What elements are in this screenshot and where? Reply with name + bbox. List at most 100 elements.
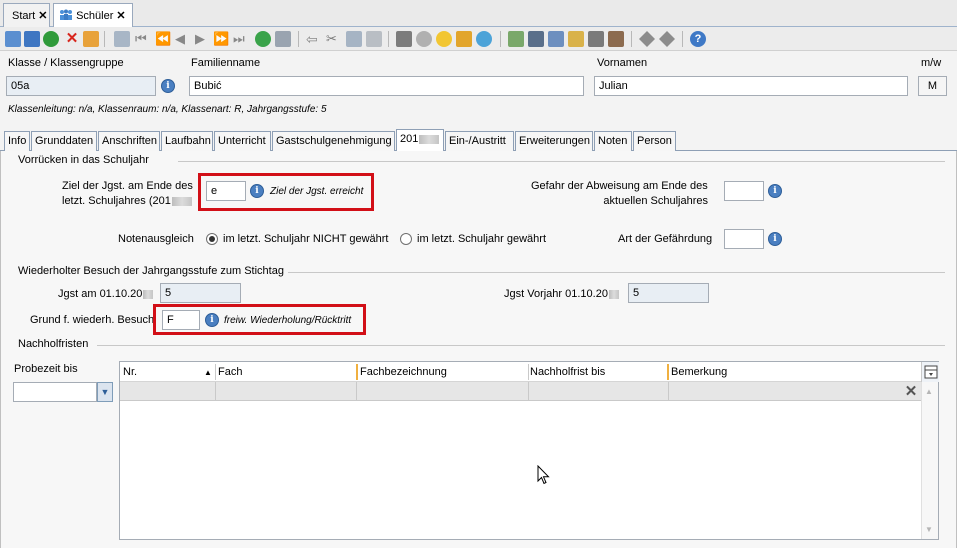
tab-grunddaten[interactable]: Grunddaten bbox=[31, 131, 97, 151]
mw-label: m/w bbox=[921, 57, 942, 69]
user-icon[interactable] bbox=[528, 31, 544, 47]
vornamen-label: Vornamen bbox=[597, 57, 648, 69]
tab-person[interactable]: Person bbox=[633, 131, 676, 151]
doc-tab-start-label: Start bbox=[12, 10, 36, 22]
column-chooser-button[interactable] bbox=[921, 362, 939, 382]
next-page-icon[interactable]: ⏩ bbox=[213, 31, 229, 47]
students-icon bbox=[60, 9, 72, 20]
chevron-down-icon: ▼ bbox=[100, 387, 110, 397]
toolbar: ✕ ⏮ ⏪ ◀ ▶ ⏩ ⏭ ⇦ ✂ ? bbox=[0, 27, 957, 51]
redacted-mark bbox=[608, 289, 619, 299]
redacted-mark bbox=[143, 289, 154, 299]
group-icon[interactable] bbox=[508, 31, 524, 47]
list-icon[interactable] bbox=[275, 31, 291, 47]
tab-noten[interactable]: Noten bbox=[594, 131, 632, 151]
jgst-vorjahr-label-text: Jgst Vorjahr 01.10.20 bbox=[504, 288, 608, 300]
prev-page-icon[interactable]: ⏪ bbox=[155, 31, 171, 47]
probezeit-label: Probezeit bis bbox=[14, 363, 78, 375]
info-icon[interactable]: i bbox=[161, 79, 175, 93]
grund-field[interactable]: F bbox=[162, 310, 200, 330]
col-header-nr[interactable]: Nr. bbox=[123, 366, 137, 378]
gefahr-field[interactable] bbox=[724, 181, 764, 201]
forward-icon[interactable] bbox=[659, 31, 675, 47]
close-icon[interactable]: ✕ bbox=[38, 10, 47, 22]
col-header-bemerkung[interactable]: Bemerkung bbox=[671, 366, 727, 378]
lightbulb-icon[interactable] bbox=[436, 31, 452, 47]
tab-unterricht[interactable]: Unterricht bbox=[214, 131, 271, 151]
radio-gewaehrt[interactable] bbox=[400, 233, 412, 245]
info-icon[interactable]: i bbox=[205, 313, 219, 327]
info-icon[interactable]: i bbox=[768, 232, 782, 246]
delete-icon[interactable]: ✕ bbox=[64, 31, 80, 47]
tab-schuljahr[interactable]: 201 bbox=[396, 129, 444, 152]
familienname-field[interactable]: Bubić bbox=[189, 76, 584, 96]
save-icon[interactable] bbox=[24, 31, 40, 47]
probezeit-dropdown-button[interactable]: ▼ bbox=[97, 382, 113, 402]
doc-tab-schueler[interactable]: Schüler ✕ bbox=[53, 3, 133, 28]
arrow-left-icon[interactable]: ⇦ bbox=[306, 31, 322, 47]
vornamen-field[interactable]: Julian bbox=[594, 76, 908, 96]
gefahr-label-line1: Gefahr der Abweisung am Ende des bbox=[531, 180, 708, 192]
ziel-label-line2-text: letzt. Schuljahres (201 bbox=[62, 195, 171, 207]
klasse-field[interactable]: 05a bbox=[6, 76, 156, 96]
scroll-up-icon[interactable]: ▲ bbox=[925, 387, 933, 396]
mouse-cursor-icon bbox=[537, 465, 550, 485]
col-header-fachbezeichnung[interactable]: Fachbezeichnung bbox=[360, 366, 447, 378]
print-icon[interactable] bbox=[396, 31, 412, 47]
disc-icon[interactable] bbox=[416, 31, 432, 47]
tab-schuljahr-label: 201 bbox=[400, 133, 419, 145]
gefaehrdung-field[interactable] bbox=[724, 229, 764, 249]
copy-record-icon[interactable] bbox=[114, 31, 130, 47]
wiederholt-group-title: Wiederholter Besuch der Jahrgangsstufe z… bbox=[18, 265, 284, 277]
jgst-vorjahr-field[interactable]: 5 bbox=[628, 283, 709, 303]
last-icon[interactable]: ⏭ bbox=[233, 31, 249, 47]
scroll-down-icon[interactable]: ▼ bbox=[925, 525, 933, 534]
clear-filter-icon[interactable]: ✕ bbox=[901, 383, 921, 401]
next-icon[interactable]: ▶ bbox=[195, 31, 211, 47]
column-chooser-icon bbox=[924, 365, 938, 379]
nachholfristen-grid: Nr. ▲ Fach Fachbezeichnung Nachholfrist … bbox=[119, 361, 939, 540]
tab-gastschulgenehmigung[interactable]: Gastschulgenehmigung bbox=[272, 131, 395, 151]
tab-erweiterungen[interactable]: Erweiterungen bbox=[515, 131, 593, 151]
col-header-nachholfrist[interactable]: Nachholfrist bis bbox=[530, 366, 605, 378]
jgst-field[interactable]: 5 bbox=[160, 283, 241, 303]
info-icon[interactable]: i bbox=[250, 184, 264, 198]
tab-anschriften[interactable]: Anschriften bbox=[98, 131, 160, 151]
undo-icon[interactable] bbox=[43, 31, 59, 47]
grid-filter-row[interactable] bbox=[120, 382, 921, 401]
page-tab-bar: Info Grunddaten Anschriften Laufbahn Unt… bbox=[0, 129, 957, 152]
refresh-icon[interactable] bbox=[255, 31, 271, 47]
nachhol-group-title: Nachholfristen bbox=[18, 338, 89, 350]
mw-field[interactable]: M bbox=[918, 76, 947, 96]
folder-icon[interactable] bbox=[568, 31, 584, 47]
col-header-fach[interactable]: Fach bbox=[218, 366, 242, 378]
edit-icon[interactable] bbox=[83, 31, 99, 47]
paste-icon[interactable] bbox=[366, 31, 382, 47]
contact-card-icon[interactable] bbox=[608, 31, 624, 47]
info-icon[interactable]: i bbox=[768, 184, 782, 198]
copy-icon[interactable] bbox=[346, 31, 362, 47]
broom-icon[interactable] bbox=[456, 31, 472, 47]
close-icon[interactable]: ✕ bbox=[116, 10, 125, 22]
users-icon[interactable] bbox=[548, 31, 564, 47]
clock-icon[interactable] bbox=[476, 31, 492, 47]
radio-nicht-gewaehrt[interactable] bbox=[206, 233, 218, 245]
back-icon[interactable] bbox=[639, 31, 655, 47]
help-icon[interactable]: ? bbox=[690, 31, 706, 47]
first-icon[interactable]: ⏮ bbox=[135, 31, 151, 47]
redacted-mark bbox=[419, 134, 440, 144]
new-icon[interactable] bbox=[5, 31, 21, 47]
cut-icon[interactable]: ✂ bbox=[326, 31, 342, 47]
ziel-field[interactable]: e bbox=[206, 181, 246, 201]
book-icon[interactable] bbox=[588, 31, 604, 47]
doc-tab-start[interactable]: Start ✕ bbox=[3, 3, 50, 27]
tab-ein-austritt[interactable]: Ein-/Austritt bbox=[445, 131, 514, 151]
radio-nicht-gewaehrt-label: im letzt. Schuljahr NICHT gewährt bbox=[223, 233, 389, 245]
tab-laufbahn[interactable]: Laufbahn bbox=[161, 131, 213, 151]
vertical-scrollbar[interactable]: ▲ ▼ bbox=[921, 382, 938, 539]
jgst-label: Jgst am 01.10.20 bbox=[58, 288, 154, 300]
probezeit-field[interactable] bbox=[13, 382, 97, 402]
tab-info[interactable]: Info bbox=[4, 131, 30, 151]
ziel-hint: Ziel der Jgst. erreicht bbox=[270, 186, 364, 197]
prev-icon[interactable]: ◀ bbox=[175, 31, 191, 47]
